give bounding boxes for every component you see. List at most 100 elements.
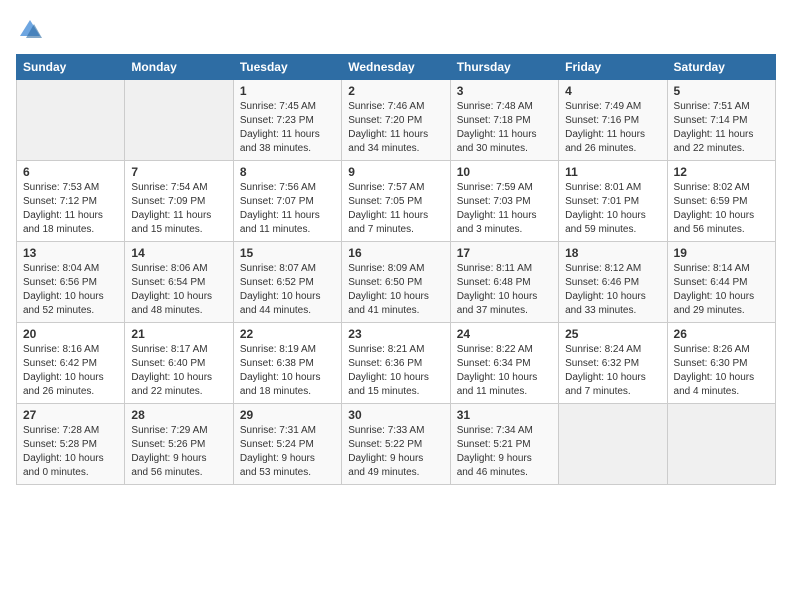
day-number: 13 xyxy=(23,246,118,260)
day-cell: 24 Sunrise: 8:22 AMSunset: 6:34 PMDayligh… xyxy=(450,323,558,404)
week-row-3: 20 Sunrise: 8:16 AMSunset: 6:42 PMDayligh… xyxy=(17,323,776,404)
day-info: Sunrise: 8:17 AMSunset: 6:40 PMDaylight:… xyxy=(131,343,226,399)
day-cell: 15 Sunrise: 8:07 AMSunset: 6:52 PMDayligh… xyxy=(233,242,341,323)
day-cell: 7 Sunrise: 7:54 AMSunset: 7:09 PMDaylight… xyxy=(125,161,233,242)
day-cell: 27Sunrise: 7:28 AMSunset: 5:28 PMDayligh… xyxy=(17,404,125,485)
day-number: 28 xyxy=(131,408,226,422)
day-number: 2 xyxy=(348,84,443,98)
day-number: 7 xyxy=(131,165,226,179)
day-cell: 5Sunrise: 7:51 AMSunset: 7:14 PMDaylight… xyxy=(667,80,775,161)
day-number: 15 xyxy=(240,246,335,260)
day-number: 12 xyxy=(674,165,769,179)
day-cell: 23Sunrise: 8:21 AMSunset: 6:36 PMDayligh… xyxy=(342,323,450,404)
day-cell: 21 Sunrise: 8:17 AMSunset: 6:40 PMDayligh… xyxy=(125,323,233,404)
day-number: 17 xyxy=(457,246,552,260)
day-cell: 16 Sunrise: 8:09 AMSunset: 6:50 PMDayligh… xyxy=(342,242,450,323)
week-row-2: 13 Sunrise: 8:04 AMSunset: 6:56 PMDayligh… xyxy=(17,242,776,323)
header-cell-monday: Monday xyxy=(125,55,233,80)
day-info: Sunrise: 8:04 AMSunset: 6:56 PMDaylight:… xyxy=(23,262,118,318)
day-info: Sunrise: 7:33 AMSunset: 5:22 PMDaylight:… xyxy=(348,424,443,480)
day-number: 6 xyxy=(23,165,118,179)
day-info: Sunrise: 8:06 AMSunset: 6:54 PMDaylight:… xyxy=(131,262,226,318)
day-info: Sunrise: 7:29 AMSunset: 5:26 PMDaylight:… xyxy=(131,424,226,480)
day-cell: 3Sunrise: 7:48 AMSunset: 7:18 PMDaylight… xyxy=(450,80,558,161)
day-info: Sunrise: 8:12 AMSunset: 6:46 PMDaylight:… xyxy=(565,262,660,318)
logo xyxy=(16,16,48,44)
day-number: 25 xyxy=(565,327,660,341)
day-info: Sunrise: 8:24 AMSunset: 6:32 PMDaylight:… xyxy=(565,343,660,399)
day-info: Sunrise: 7:49 AMSunset: 7:16 PMDaylight:… xyxy=(565,100,660,156)
day-cell: 12 Sunrise: 8:02 AMSunset: 6:59 PMDayligh… xyxy=(667,161,775,242)
day-number: 4 xyxy=(565,84,660,98)
day-info: Sunrise: 7:53 AMSunset: 7:12 PMDaylight:… xyxy=(23,181,118,237)
day-cell: 25 Sunrise: 8:24 AMSunset: 6:32 PMDayligh… xyxy=(559,323,667,404)
day-number: 23 xyxy=(348,327,443,341)
day-number: 21 xyxy=(131,327,226,341)
day-cell xyxy=(125,80,233,161)
day-info: Sunrise: 7:45 AMSunset: 7:23 PMDaylight:… xyxy=(240,100,335,156)
day-number: 20 xyxy=(23,327,118,341)
day-cell: 18 Sunrise: 8:12 AMSunset: 6:46 PMDayligh… xyxy=(559,242,667,323)
day-cell: 10Sunrise: 7:59 AMSunset: 7:03 PMDayligh… xyxy=(450,161,558,242)
day-info: Sunrise: 8:02 AMSunset: 6:59 PMDaylight:… xyxy=(674,181,769,237)
day-info: Sunrise: 7:46 AMSunset: 7:20 PMDaylight:… xyxy=(348,100,443,156)
day-info: Sunrise: 8:01 AMSunset: 7:01 PMDaylight:… xyxy=(565,181,660,237)
day-number: 8 xyxy=(240,165,335,179)
calendar-table: SundayMondayTuesdayWednesdayThursdayFrid… xyxy=(16,54,776,485)
day-cell: 31Sunrise: 7:34 AMSunset: 5:21 PMDayligh… xyxy=(450,404,558,485)
header-cell-thursday: Thursday xyxy=(450,55,558,80)
day-cell: 30 Sunrise: 7:33 AMSunset: 5:22 PMDayligh… xyxy=(342,404,450,485)
day-cell: 13 Sunrise: 8:04 AMSunset: 6:56 PMDayligh… xyxy=(17,242,125,323)
calendar-body: 1 Sunrise: 7:45 AMSunset: 7:23 PMDaylight… xyxy=(17,80,776,485)
day-info: Sunrise: 8:22 AMSunset: 6:34 PMDaylight:… xyxy=(457,343,552,399)
day-cell: 20 Sunrise: 8:16 AMSunset: 6:42 PMDayligh… xyxy=(17,323,125,404)
day-number: 24 xyxy=(457,327,552,341)
week-row-0: 1 Sunrise: 7:45 AMSunset: 7:23 PMDaylight… xyxy=(17,80,776,161)
day-info: Sunrise: 8:16 AMSunset: 6:42 PMDaylight:… xyxy=(23,343,118,399)
day-cell: 29 Sunrise: 7:31 AMSunset: 5:24 PMDayligh… xyxy=(233,404,341,485)
day-cell: 9Sunrise: 7:57 AMSunset: 7:05 PMDaylight… xyxy=(342,161,450,242)
day-cell: 28 Sunrise: 7:29 AMSunset: 5:26 PMDayligh… xyxy=(125,404,233,485)
day-number: 11 xyxy=(565,165,660,179)
page-header xyxy=(16,16,776,44)
day-cell xyxy=(559,404,667,485)
day-cell: 11 Sunrise: 8:01 AMSunset: 7:01 PMDayligh… xyxy=(559,161,667,242)
day-info: Sunrise: 7:31 AMSunset: 5:24 PMDaylight:… xyxy=(240,424,335,480)
day-number: 31 xyxy=(457,408,552,422)
day-number: 14 xyxy=(131,246,226,260)
day-info: Sunrise: 8:11 AMSunset: 6:48 PMDaylight:… xyxy=(457,262,552,318)
day-cell: 26 Sunrise: 8:26 AMSunset: 6:30 PMDayligh… xyxy=(667,323,775,404)
day-number: 18 xyxy=(565,246,660,260)
day-cell xyxy=(667,404,775,485)
day-cell: 17 Sunrise: 8:11 AMSunset: 6:48 PMDayligh… xyxy=(450,242,558,323)
day-number: 29 xyxy=(240,408,335,422)
day-info: Sunrise: 8:09 AMSunset: 6:50 PMDaylight:… xyxy=(348,262,443,318)
day-info: Sunrise: 7:54 AMSunset: 7:09 PMDaylight:… xyxy=(131,181,226,237)
calendar-header: SundayMondayTuesdayWednesdayThursdayFrid… xyxy=(17,55,776,80)
day-number: 22 xyxy=(240,327,335,341)
day-cell: 6 Sunrise: 7:53 AMSunset: 7:12 PMDaylight… xyxy=(17,161,125,242)
day-cell: 4 Sunrise: 7:49 AMSunset: 7:16 PMDaylight… xyxy=(559,80,667,161)
day-info: Sunrise: 8:07 AMSunset: 6:52 PMDaylight:… xyxy=(240,262,335,318)
week-row-4: 27Sunrise: 7:28 AMSunset: 5:28 PMDayligh… xyxy=(17,404,776,485)
day-info: Sunrise: 8:14 AMSunset: 6:44 PMDaylight:… xyxy=(674,262,769,318)
header-cell-friday: Friday xyxy=(559,55,667,80)
day-info: Sunrise: 7:59 AMSunset: 7:03 PMDaylight:… xyxy=(457,181,552,237)
header-cell-wednesday: Wednesday xyxy=(342,55,450,80)
day-number: 16 xyxy=(348,246,443,260)
day-cell: 1 Sunrise: 7:45 AMSunset: 7:23 PMDaylight… xyxy=(233,80,341,161)
day-info: Sunrise: 7:48 AMSunset: 7:18 PMDaylight:… xyxy=(457,100,552,156)
day-number: 1 xyxy=(240,84,335,98)
day-cell: 22Sunrise: 8:19 AMSunset: 6:38 PMDayligh… xyxy=(233,323,341,404)
day-cell: 19Sunrise: 8:14 AMSunset: 6:44 PMDayligh… xyxy=(667,242,775,323)
day-cell: 14 Sunrise: 8:06 AMSunset: 6:54 PMDayligh… xyxy=(125,242,233,323)
header-cell-saturday: Saturday xyxy=(667,55,775,80)
header-cell-sunday: Sunday xyxy=(17,55,125,80)
logo-icon xyxy=(16,16,44,44)
day-number: 9 xyxy=(348,165,443,179)
week-row-1: 6 Sunrise: 7:53 AMSunset: 7:12 PMDaylight… xyxy=(17,161,776,242)
day-number: 30 xyxy=(348,408,443,422)
day-number: 26 xyxy=(674,327,769,341)
day-info: Sunrise: 8:26 AMSunset: 6:30 PMDaylight:… xyxy=(674,343,769,399)
day-cell: 2 Sunrise: 7:46 AMSunset: 7:20 PMDaylight… xyxy=(342,80,450,161)
